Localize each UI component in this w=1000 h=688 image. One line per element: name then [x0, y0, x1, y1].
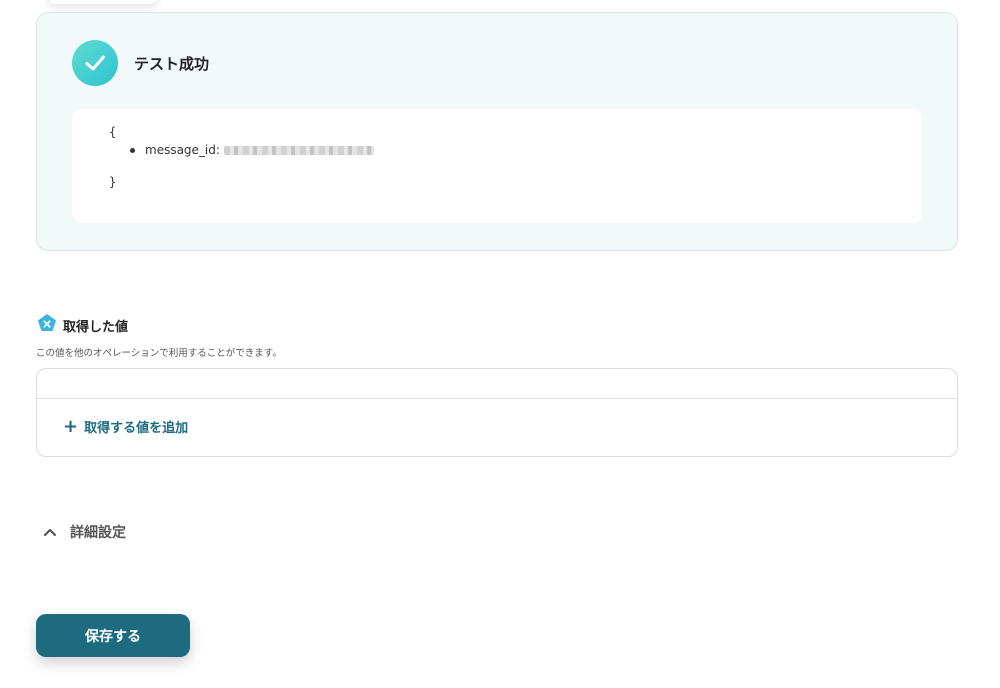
bullet-dot: [130, 147, 135, 153]
advanced-settings-label: 詳細設定: [70, 525, 126, 541]
acquired-values-title: 取得した値: [63, 320, 129, 335]
previous-element-shadow: [48, 0, 158, 4]
json-open-brace: {: [109, 125, 117, 139]
add-value-button[interactable]: + 取得する値を追加: [63, 417, 188, 436]
test-success-title: テスト成功: [134, 55, 210, 73]
acquired-values-description: この値を他のオペレーションで利用することができます。: [36, 348, 282, 359]
json-close-brace: }: [109, 175, 117, 189]
add-value-label: 取得する値を追加: [84, 421, 189, 436]
json-item: message_id:: [130, 143, 374, 157]
pentagon-x-icon: [38, 314, 56, 331]
json-key: message_id:: [145, 143, 220, 157]
advanced-settings-toggle[interactable]: 詳細設定: [42, 522, 126, 542]
json-output: { message_id: }: [72, 109, 922, 223]
plus-icon: +: [63, 415, 79, 437]
redacted-value: [223, 145, 374, 155]
acquired-values-list: + 取得する値を追加: [36, 368, 958, 457]
divider: [37, 398, 957, 399]
chevron-up-icon: [43, 528, 57, 537]
save-button[interactable]: 保存する: [36, 614, 190, 657]
test-result-panel: テスト成功 { message_id: }: [36, 12, 958, 251]
check-icon: [72, 40, 118, 86]
